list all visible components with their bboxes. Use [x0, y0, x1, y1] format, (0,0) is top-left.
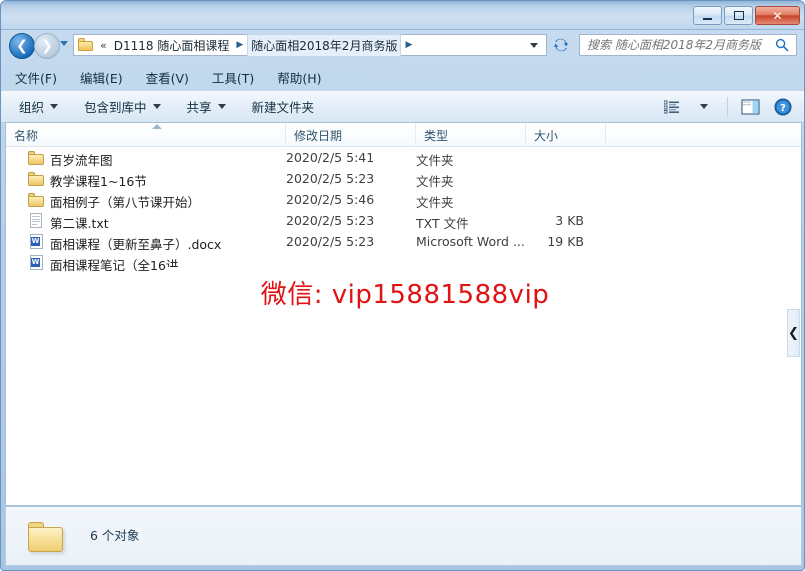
file-type: 文件夹 [416, 195, 454, 210]
file-date: 2020/2/5 5:41 [286, 150, 375, 165]
file-list-area: 名称 修改日期 类型 大小 百岁流年图 2020/2/5 5:41 文件夹 教学… [5, 122, 802, 506]
table-row[interactable]: 教学课程1~16节 2020/2/5 5:23 文件夹 [6, 168, 801, 189]
file-size: 19 KB [547, 234, 584, 249]
file-date: 2020/2/5 5:23 [286, 213, 375, 228]
file-name: 百岁流年图 [50, 153, 113, 168]
file-date: 2020/2/5 5:23 [286, 171, 375, 186]
chevron-down-icon [700, 104, 708, 109]
preview-pane-toggle[interactable]: ❮ [787, 309, 800, 357]
refresh-icon [554, 38, 568, 52]
breadcrumb-item-1[interactable]: 随心面相2018年2月商务版 [247, 33, 402, 57]
chevron-down-icon [50, 104, 59, 109]
file-type: 文件夹 [416, 174, 454, 189]
recent-locations-chevron-down-icon[interactable] [60, 41, 68, 46]
table-row[interactable]: 第二课.txt 2020/2/5 5:23 TXT 文件 3 KB [6, 210, 801, 231]
word-document-icon: W [28, 254, 45, 271]
watermark-text: 微信: vip15881588vip [260, 280, 550, 310]
folder-icon [28, 191, 45, 208]
maximize-icon [733, 11, 744, 20]
menu-item-file[interactable]: 文件(F) [6, 65, 66, 90]
title-bar: ✕ [1, 1, 804, 30]
table-row[interactable]: 面相例子（第八节课开始） 2020/2/5 5:46 文件夹 [6, 189, 801, 210]
chevron-down-icon [217, 104, 226, 109]
column-header-row: 名称 修改日期 类型 大小 [6, 123, 801, 147]
share-with-button[interactable]: 共享 [179, 93, 234, 120]
command-toolbar: 组织 包含到库中 共享 新建文件夹 ? [1, 90, 804, 123]
include-in-library-button[interactable]: 包含到库中 [76, 93, 169, 120]
minimize-button[interactable] [693, 6, 722, 25]
preview-pane-icon [741, 98, 760, 115]
back-button[interactable]: ❮ [9, 33, 35, 59]
organize-button[interactable]: 组织 [11, 93, 66, 120]
sort-ascending-icon [152, 124, 162, 129]
folder-icon [28, 519, 66, 553]
column-header-name[interactable]: 名称 [6, 123, 286, 147]
toolbar-separator [727, 96, 728, 117]
status-bar: 6 个对象 [5, 507, 802, 566]
column-header-size[interactable]: 大小 [526, 123, 606, 147]
search-icon[interactable] [775, 38, 789, 52]
include-in-library-label: 包含到库中 [84, 100, 147, 115]
forward-button[interactable]: ❯ [34, 33, 60, 59]
breadcrumb-separator-icon-1[interactable]: ▶ [405, 40, 412, 50]
menu-item-help[interactable]: 帮助(H) [268, 65, 330, 90]
file-name: 面相课程笔记（全16讲 [50, 258, 179, 273]
menu-item-tools[interactable]: 工具(T) [203, 65, 263, 90]
menu-item-view[interactable]: 查看(V) [137, 65, 198, 90]
breadcrumb-item-0[interactable]: D1118 随心面相课程 [111, 35, 233, 56]
svg-text:?: ? [780, 103, 786, 114]
file-size: 3 KB [555, 213, 584, 228]
file-type: 文件夹 [416, 153, 454, 168]
menu-bar: 文件(F) 编辑(E) 查看(V) 工具(T) 帮助(H) [1, 64, 804, 90]
share-with-label: 共享 [186, 100, 212, 115]
address-dropdown-chevron-down-icon[interactable] [530, 42, 538, 48]
new-folder-button[interactable]: 新建文件夹 [244, 93, 323, 120]
address-bar: ❮ ❯ « D1118 随心面相课程 ▶ 随心面相2018年2月商务版 ▶ [1, 29, 804, 61]
close-icon: ✕ [772, 8, 783, 23]
table-row[interactable]: W 面相课程（更新至鼻子）.docx 2020/2/5 5:23 Microso… [6, 231, 801, 252]
close-button[interactable]: ✕ [755, 6, 800, 25]
breadcrumb-overflow-icon[interactable]: « [100, 39, 107, 52]
help-icon: ? [774, 98, 792, 115]
help-button[interactable]: ? [768, 95, 798, 119]
toolbar-right-group: ? [657, 95, 804, 119]
file-list: 百岁流年图 2020/2/5 5:41 文件夹 教学课程1~16节 2020/2… [6, 147, 801, 273]
view-list-icon [664, 100, 679, 113]
menu-item-edit[interactable]: 编辑(E) [71, 65, 132, 90]
window-controls: ✕ [693, 6, 800, 25]
breadcrumb[interactable]: « D1118 随心面相课程 ▶ 随心面相2018年2月商务版 ▶ [73, 33, 547, 57]
refresh-button[interactable] [550, 34, 572, 56]
change-view-button[interactable] [657, 95, 687, 119]
show-preview-pane-button[interactable] [736, 95, 766, 119]
text-file-icon [28, 212, 45, 229]
forward-arrow-icon: ❯ [41, 38, 53, 54]
file-name: 面相例子（第八节课开始） [50, 195, 201, 210]
file-type: TXT 文件 [416, 216, 469, 231]
chevron-down-icon [152, 104, 161, 109]
maximize-button[interactable] [724, 6, 753, 25]
file-date: 2020/2/5 5:23 [286, 234, 375, 249]
folder-icon [78, 38, 94, 52]
status-item-count: 6 个对象 [90, 528, 140, 543]
file-name: 面相课程（更新至鼻子）.docx [50, 237, 222, 252]
search-input[interactable] [580, 37, 775, 53]
column-header-type[interactable]: 类型 [416, 123, 526, 147]
new-folder-label: 新建文件夹 [251, 100, 315, 115]
minimize-icon [703, 17, 712, 20]
word-document-icon: W [28, 233, 45, 250]
search-box[interactable] [579, 34, 797, 56]
chevron-left-icon: ❮ [788, 325, 799, 341]
column-header-date-modified[interactable]: 修改日期 [286, 123, 416, 147]
organize-label: 组织 [19, 100, 45, 115]
back-arrow-icon: ❮ [16, 38, 28, 54]
folder-icon [28, 170, 45, 187]
change-view-dropdown[interactable] [689, 95, 719, 119]
file-name: 教学课程1~16节 [50, 174, 147, 189]
folder-icon [28, 149, 45, 166]
table-row[interactable]: 百岁流年图 2020/2/5 5:41 文件夹 [6, 147, 801, 168]
file-name: 第二课.txt [50, 216, 109, 231]
explorer-window: ✕ ❮ ❯ « D1118 随心面相课程 ▶ 随心面相2018年2月商务版 ▶ [0, 0, 805, 571]
breadcrumb-separator-icon-0[interactable]: ▶ [236, 40, 243, 50]
file-date: 2020/2/5 5:46 [286, 192, 375, 207]
